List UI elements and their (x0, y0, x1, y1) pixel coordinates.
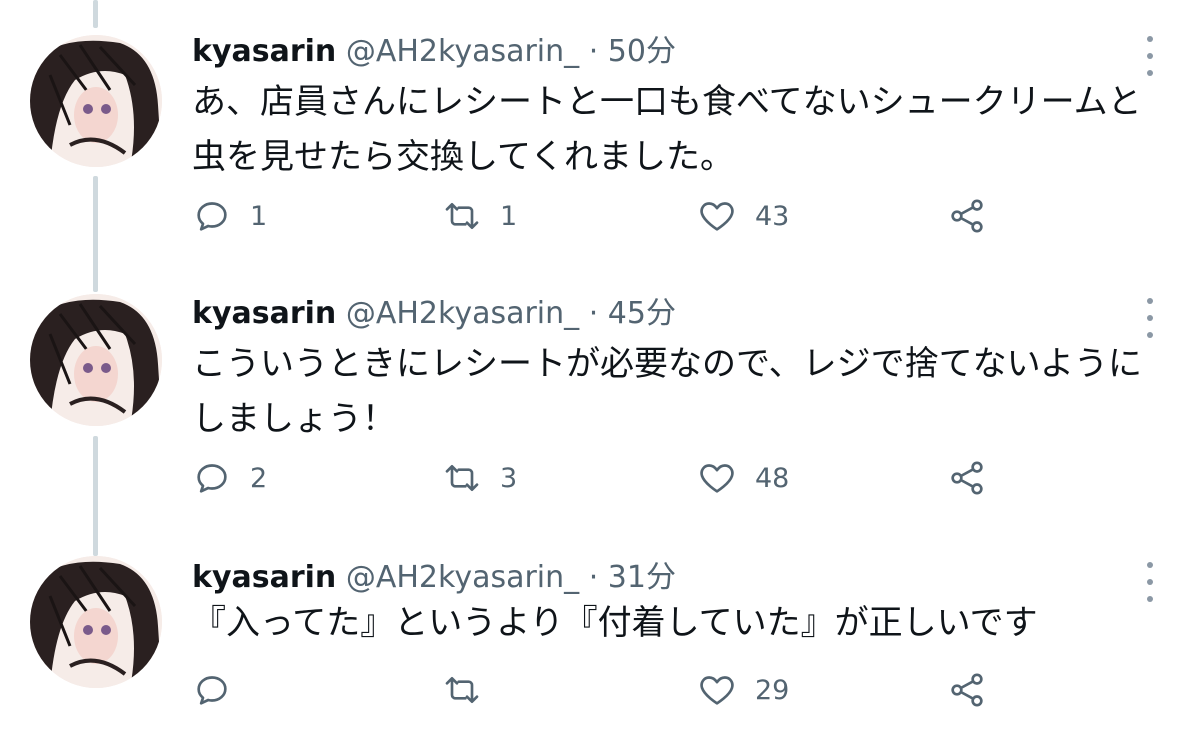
thread-line-1-2 (93, 176, 98, 292)
thread-line-top (93, 0, 98, 28)
share-button[interactable] (947, 458, 987, 498)
tweet-actions: 2 3 48 (192, 458, 1012, 498)
display-name[interactable]: kyasarin (192, 296, 336, 331)
timestamp[interactable]: 45分 (608, 296, 676, 331)
tweet-text: あ、店員さんにレシートと一口も食べてないシュークリームと 虫を見せたら交換してく… (192, 82, 1142, 177)
like-button[interactable]: 43 (697, 196, 789, 236)
avatar[interactable] (30, 35, 162, 167)
share-icon (951, 461, 983, 495)
tweet-text: こういうときにレシートが必要なので、レジで捨てないように しましょう！ (192, 344, 1142, 439)
share-button[interactable] (947, 670, 987, 710)
like-count: 29 (755, 674, 790, 706)
tweet-header: kyasarin @AH2kyasarin_ · 50分 (192, 30, 676, 74)
reply-count: 1 (250, 200, 268, 232)
like-button[interactable]: 29 (697, 670, 789, 710)
heart-icon (700, 676, 734, 705)
tweet-header: kyasarin @AH2kyasarin_ · 45分 (192, 292, 676, 336)
avatar[interactable] (30, 556, 162, 688)
like-count: 48 (755, 462, 790, 494)
reply-icon (197, 464, 227, 493)
retweet-button[interactable] (442, 670, 500, 710)
thread-line-2-3 (93, 436, 98, 556)
display-name[interactable]: kyasarin (192, 34, 336, 69)
timestamp[interactable]: 50分 (608, 34, 676, 69)
separator-dot: · (588, 296, 599, 331)
share-button[interactable] (947, 196, 987, 236)
reply-button[interactable]: 2 (192, 458, 267, 498)
avatar[interactable] (30, 294, 162, 426)
like-count: 43 (755, 200, 790, 232)
user-handle[interactable]: @AH2kyasarin_ (346, 296, 579, 331)
more-options-icon[interactable] (1138, 36, 1162, 76)
heart-icon (700, 464, 734, 493)
reply-count: 2 (250, 462, 268, 494)
separator-dot: · (588, 34, 599, 69)
more-options-icon[interactable] (1138, 298, 1162, 338)
tweet-text: 『入ってた』というより『付着していた』が正しいです (192, 603, 1038, 643)
separator-dot: · (588, 560, 599, 595)
timestamp[interactable]: 31分 (608, 560, 676, 595)
like-button[interactable]: 48 (697, 458, 789, 498)
share-icon (951, 673, 983, 707)
reply-icon (197, 202, 227, 231)
tweet-header: kyasarin @AH2kyasarin_ · 31分 (192, 556, 676, 600)
heart-icon (700, 202, 734, 231)
share-icon (951, 199, 983, 233)
user-handle[interactable]: @AH2kyasarin_ (346, 34, 579, 69)
reply-button[interactable]: 1 (192, 196, 267, 236)
retweet-icon (445, 677, 479, 703)
retweet-icon (445, 203, 479, 229)
reply-icon (197, 676, 227, 705)
retweet-count: 1 (500, 200, 518, 232)
retweet-icon (445, 465, 479, 491)
retweet-count: 3 (500, 462, 518, 494)
display-name[interactable]: kyasarin (192, 560, 336, 595)
retweet-button[interactable]: 1 (442, 196, 517, 236)
retweet-button[interactable]: 3 (442, 458, 517, 498)
tweet-actions: 1 1 43 (192, 196, 1012, 236)
reply-button[interactable] (192, 670, 250, 710)
tweet-actions: 29 (192, 670, 1012, 710)
user-handle[interactable]: @AH2kyasarin_ (346, 560, 579, 595)
